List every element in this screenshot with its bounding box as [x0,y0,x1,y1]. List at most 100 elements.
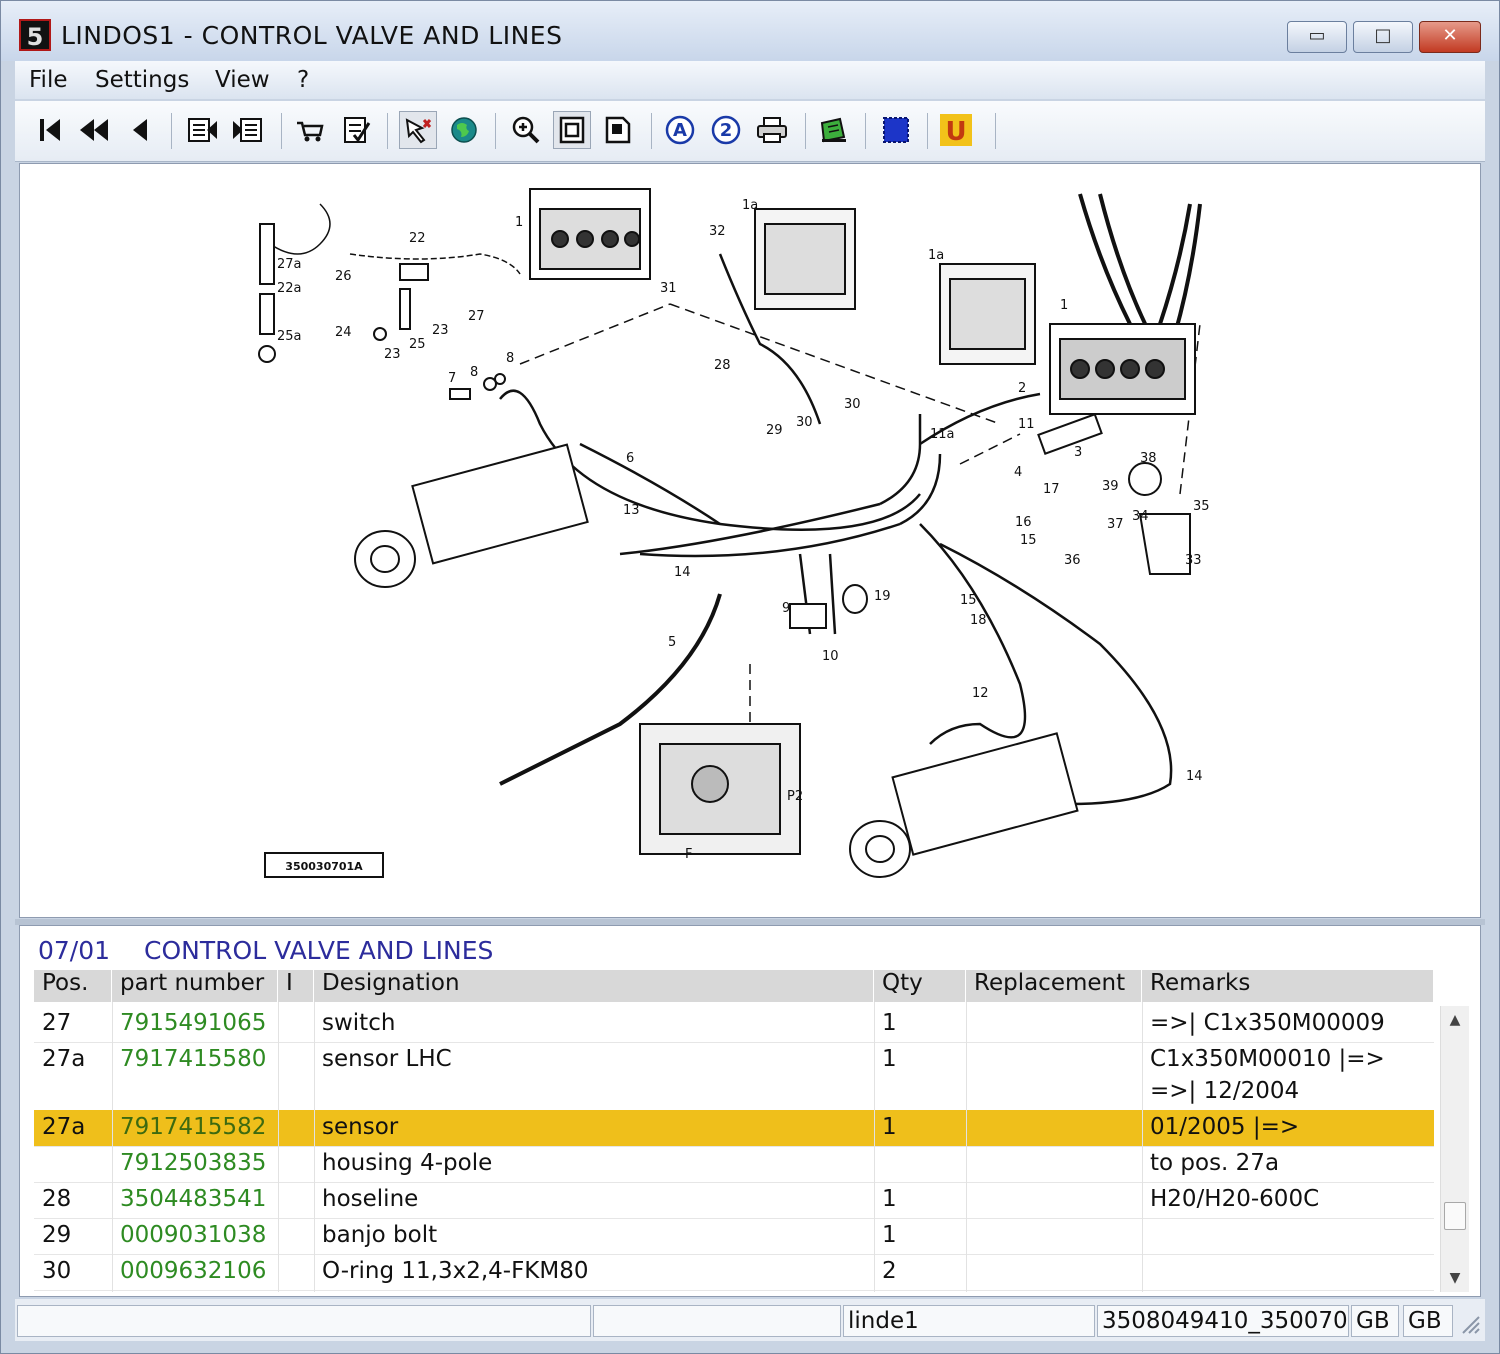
callout-label[interactable]: 32 [709,224,726,239]
col-header-pos[interactable]: Pos. [34,970,112,1002]
menu-help[interactable]: ? [297,67,309,93]
globe-icon[interactable] [445,111,483,149]
callout-label[interactable]: 23 [384,347,401,362]
page-fold-icon[interactable] [599,111,637,149]
callout-label[interactable]: 36 [1064,553,1081,568]
prev-group-icon[interactable] [183,111,221,149]
parts-drawing[interactable]: 1 1a 1a 1 2 3 4 5 6 7 8 8 9 10 11 11a 12 13 14 14 15 15 16 17 18… [19,163,1481,918]
exploded-view-diagram[interactable]: 11a1a1234567 889101111a121314141515161718… [20,164,1480,917]
callout-label[interactable]: 22 [409,231,426,246]
next-group-icon[interactable] [229,111,267,149]
circle-2-icon[interactable]: 2 [707,111,745,149]
callout-label[interactable]: 22a [277,281,302,296]
callout-label[interactable]: 15 [960,593,977,608]
table-row[interactable]: 29 0009031038 banjo bolt 1 [34,1218,1434,1255]
callout-label[interactable]: 6 [626,451,634,466]
callout-label[interactable]: 24 [335,325,352,340]
callout-label[interactable]: 11 [1018,417,1035,432]
col-header-remarks[interactable]: Remarks [1142,970,1434,1002]
callout-label[interactable]: 25a [277,329,302,344]
callout-label[interactable]: 30 [796,415,813,430]
callout-label[interactable]: P2 [787,789,803,804]
callout-label[interactable]: 31 [660,281,677,296]
u-icon[interactable]: U [937,111,975,149]
callout-label[interactable]: 37 [1107,517,1124,532]
zoom-in-icon[interactable] [507,111,545,149]
callout-label[interactable]: 8 [470,365,478,380]
col-header-qty[interactable]: Qty [874,970,966,1002]
cell-pos: 29 [42,1222,72,1248]
table-row[interactable]: 27a 7917415580 sensor LHC 1 C1x350M00010 |=>… [34,1042,1434,1111]
first-page-icon[interactable] [31,111,69,149]
table-row[interactable]: 28 3504483541 hoseline 1 H20/H20-600C [34,1182,1434,1219]
callout-label[interactable]: 1 [515,215,523,230]
export-icon[interactable] [815,111,853,149]
callout-label[interactable]: 39 [1102,479,1119,494]
cart-icon[interactable] [291,111,329,149]
callout-label[interactable]: 1 [1060,298,1068,313]
table-row[interactable]: 27 7915491065 switch 1 =>| C1x350M00009 [34,1006,1434,1043]
callout-label[interactable]: 30 [844,397,861,412]
close-button[interactable]: ✕ [1419,21,1481,53]
col-header-designation[interactable]: Designation [314,970,874,1002]
maximize-button[interactable]: □ [1353,21,1413,53]
callout-label[interactable]: 19 [874,589,891,604]
callout-label[interactable]: 8 [506,351,514,366]
callout-label[interactable]: 3 [1074,445,1082,460]
callout-label[interactable]: 12 [972,686,989,701]
cell-remarks: C1x350M00010 |=> [1150,1046,1385,1072]
callout-label[interactable]: 14 [1186,769,1203,784]
callout-label[interactable]: 2 [1018,381,1026,396]
callout-label[interactable]: 23 [432,323,449,338]
callout-label[interactable]: 1a [742,198,758,213]
menu-file[interactable]: File [29,67,68,93]
table-row[interactable]: 30 0009632106 O-ring 11,3x2,4-FKM80 2 [34,1254,1434,1291]
callout-label[interactable]: 33 [1185,553,1202,568]
callout-label[interactable]: 28 [714,358,731,373]
callout-label[interactable]: 29 [766,423,783,438]
col-header-replacement[interactable]: Replacement [966,970,1142,1002]
minimize-button[interactable]: ▭ [1287,21,1347,53]
callout-label[interactable]: 15 [1020,533,1037,548]
callout-label[interactable]: 14 [674,565,691,580]
callout-label[interactable]: 25 [409,337,426,352]
fast-back-icon[interactable] [75,111,113,149]
col-header-i[interactable]: I [278,970,314,1002]
callout-label[interactable]: 27 [468,309,485,324]
checklist-icon[interactable] [337,111,375,149]
back-icon[interactable] [121,111,159,149]
callout-label[interactable]: F [685,847,692,862]
circle-a-icon[interactable]: A [661,111,699,149]
callout-label[interactable]: 11a [930,427,955,442]
callout-label[interactable]: 1a [928,248,944,263]
callout-label[interactable]: 10 [822,649,839,664]
page-view-icon[interactable] [553,111,591,149]
vertical-scrollbar[interactable]: ▲ ▼ [1440,1006,1469,1292]
callout-label[interactable]: 34 [1132,509,1149,524]
callout-label[interactable]: 35 [1193,499,1210,514]
table-row[interactable]: 27a 7917415582 sensor 1 01/2005 |=> [34,1110,1434,1147]
callout-label[interactable]: 7 [448,371,456,386]
callout-label[interactable]: 27a [277,257,302,272]
col-header-part-number[interactable]: part number [112,970,278,1002]
callout-label[interactable]: 13 [623,503,640,518]
callout-label[interactable]: 9 [782,601,790,616]
callout-label[interactable]: 4 [1014,465,1022,480]
scroll-thumb[interactable] [1444,1202,1466,1230]
resize-grip-icon[interactable] [1459,1313,1481,1335]
blue-square-icon[interactable] [877,111,915,149]
printer-icon[interactable] [753,111,791,149]
callout-label[interactable]: 5 [668,635,676,650]
menu-view[interactable]: View [215,67,270,93]
title-bar[interactable]: 5 LINDOS1 - CONTROL VALVE AND LINES ▭ □ … [1,1,1499,61]
callout-label[interactable]: 16 [1015,515,1032,530]
callout-label[interactable]: 17 [1043,482,1060,497]
pointer-tool-icon[interactable] [399,111,437,149]
table-row[interactable]: 7912503835 housing 4-pole to pos. 27a [34,1146,1434,1183]
scroll-down-button[interactable]: ▼ [1441,1264,1469,1292]
menu-settings[interactable]: Settings [95,67,189,93]
callout-label[interactable]: 38 [1140,451,1157,466]
callout-label[interactable]: 18 [970,613,987,628]
callout-label[interactable]: 26 [335,269,352,284]
scroll-up-button[interactable]: ▲ [1441,1006,1469,1034]
